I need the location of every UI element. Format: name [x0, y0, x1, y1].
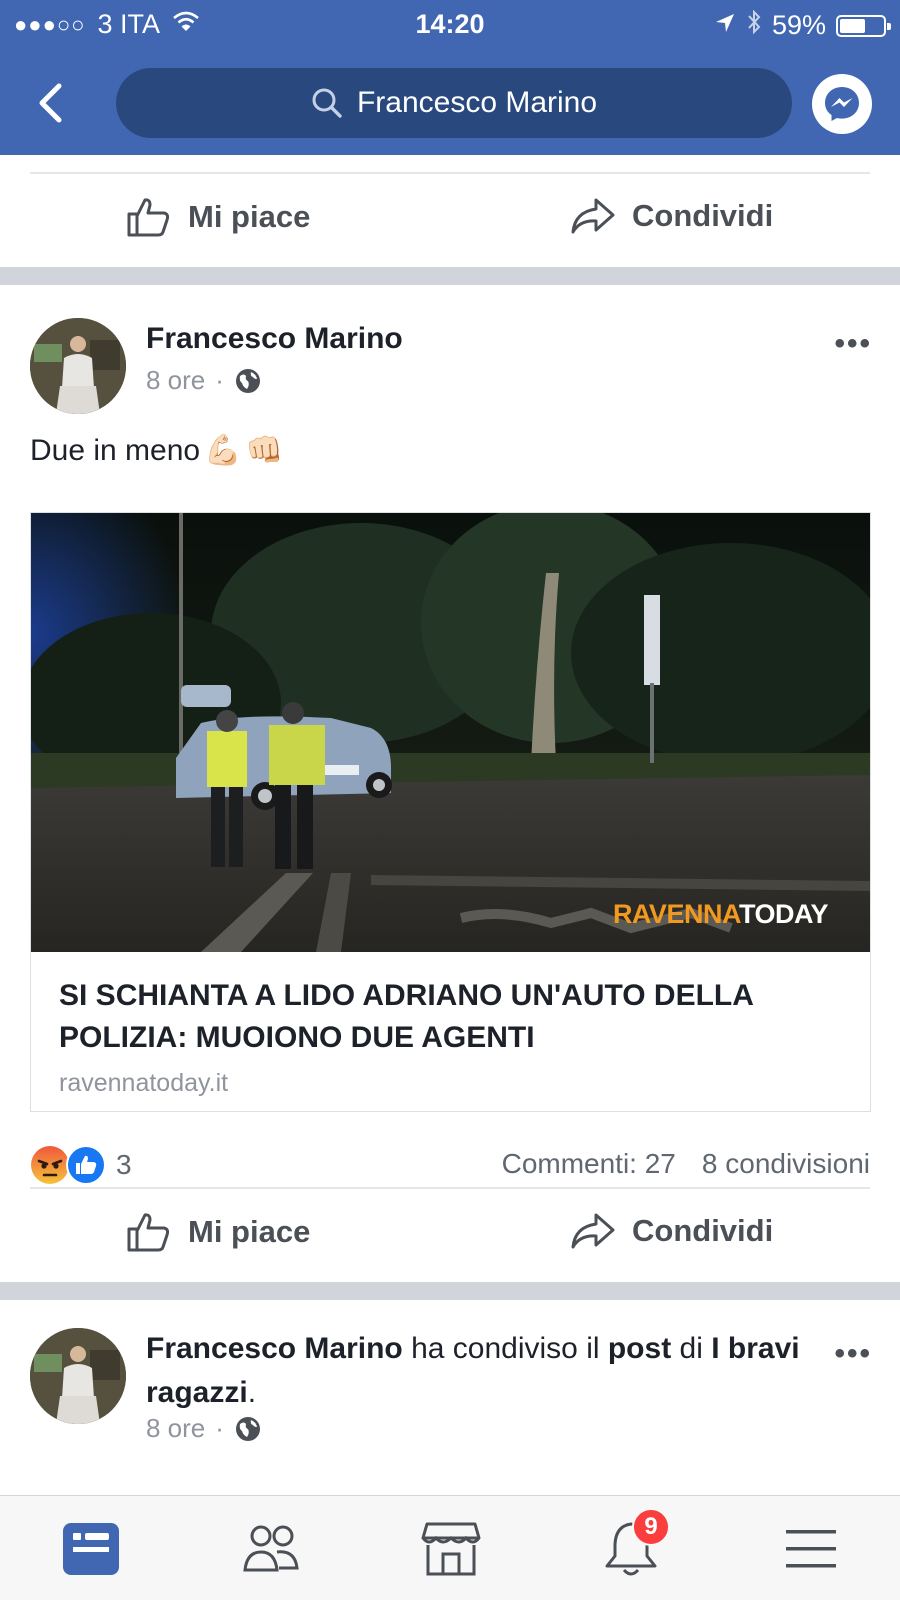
tab-marketplace[interactable]: [416, 1518, 486, 1580]
news-feed-icon: [63, 1523, 119, 1575]
fist-emoji: 👊🏻: [245, 434, 283, 467]
tab-news-feed[interactable]: [56, 1518, 126, 1580]
photo-watermark: RAVENNATODAY: [612, 899, 829, 930]
like-label: Mi piace: [188, 199, 311, 234]
post-text: Due in meno 💪🏻 👊🏻: [30, 433, 283, 468]
post-more-button[interactable]: •••: [834, 327, 872, 361]
like-label: Mi piace: [188, 1214, 311, 1249]
bottom-tab-bar: 9: [0, 1495, 900, 1600]
marketplace-icon: [421, 1522, 481, 1576]
prev-like-button[interactable]: Mi piace: [126, 196, 310, 238]
thumbs-up-icon: [127, 198, 170, 237]
share-button[interactable]: Condividi: [570, 1211, 773, 1251]
post-time[interactable]: 8 ore: [146, 365, 205, 396]
reactions-summary[interactable]: 3: [30, 1145, 132, 1185]
link-domain: ravennatoday.it: [59, 1069, 229, 1097]
divider: [30, 1187, 870, 1189]
watermark-ravenna: RAVENNA: [612, 899, 740, 929]
tab-menu[interactable]: [776, 1518, 846, 1580]
battery-percent: 59%: [771, 10, 826, 40]
post-author-name[interactable]: Francesco Marino: [146, 322, 403, 356]
shared-author-name[interactable]: Francesco Marino: [146, 1332, 403, 1365]
battery-fill: [840, 18, 865, 33]
menu-icon: [786, 1530, 836, 1568]
share-arrow-icon: [571, 1213, 615, 1249]
crash-scene-photo: [31, 513, 870, 952]
shared-of: di: [671, 1332, 712, 1365]
globe-icon: [235, 1416, 260, 1441]
messenger-icon: [825, 87, 859, 121]
friends-icon: [243, 1525, 299, 1572]
top-bar: ●●●○○ 3 ITA 14:20 59% Francesco Marino: [0, 0, 900, 155]
like-reaction-icon: [66, 1145, 106, 1185]
prev-post-action-bar: Mi piace Condividi: [0, 172, 900, 267]
chevron-left-icon: [39, 83, 62, 123]
notifications-badge: 9: [632, 1508, 670, 1546]
author-avatar[interactable]: [30, 318, 126, 414]
flexed-biceps-emoji: 💪🏻: [204, 434, 242, 467]
thumbs-up-icon: [127, 1213, 170, 1252]
search-field[interactable]: Francesco Marino: [116, 68, 792, 138]
author-avatar[interactable]: [30, 1328, 126, 1424]
post-action-bar: Mi piace Condividi: [0, 1187, 900, 1282]
link-photo[interactable]: RAVENNATODAY: [31, 513, 870, 952]
shared-post-header: Francesco Marino ha condiviso il post di…: [146, 1327, 806, 1415]
news-feed[interactable]: Mi piace Condividi Francesco Marino 8 or…: [0, 155, 900, 1495]
tab-friends[interactable]: [236, 1518, 306, 1580]
next-post-more-button[interactable]: •••: [834, 1337, 872, 1371]
search-icon: [312, 88, 342, 118]
bluetooth-icon: [746, 9, 762, 42]
feed-separator: [0, 267, 900, 285]
location-arrow-icon: [714, 10, 736, 41]
comments-count[interactable]: Commenti: 27: [502, 1148, 676, 1180]
globe-icon: [235, 368, 260, 393]
prev-share-button[interactable]: Condividi: [570, 196, 773, 236]
avatar-photo: [30, 1328, 126, 1424]
battery-icon: [836, 14, 891, 37]
share-label: Condividi: [632, 198, 774, 233]
tab-notifications[interactable]: 9: [596, 1508, 670, 1580]
messenger-button[interactable]: [812, 74, 872, 134]
like-button[interactable]: Mi piace: [126, 1211, 310, 1253]
post-time[interactable]: 8 ore: [146, 1413, 205, 1444]
watermark-today: TODAY: [738, 899, 829, 929]
post-message: Due in meno: [30, 433, 201, 467]
shared-post-link[interactable]: post: [608, 1332, 671, 1365]
feed-separator: [0, 1282, 900, 1300]
shares-count[interactable]: 8 condivisioni: [702, 1148, 870, 1180]
meta-separator: ·: [215, 1413, 224, 1443]
status-bar: ●●●○○ 3 ITA 14:20 59%: [0, 0, 900, 52]
status-right: 59%: [714, 9, 891, 42]
avatar-photo: [30, 318, 126, 414]
share-arrow-icon: [571, 198, 615, 234]
link-preview-card[interactable]: RAVENNATODAY SI SCHIANTA A LIDO ADRIANO …: [30, 512, 871, 1112]
post-stats: Commenti: 27 8 condivisioni: [502, 1148, 870, 1180]
shared-end: .: [247, 1376, 257, 1409]
post-meta: 8 ore ·: [146, 365, 262, 396]
divider: [30, 172, 870, 174]
shared-verb: ha condiviso il: [402, 1332, 608, 1365]
reaction-count: 3: [116, 1149, 132, 1180]
next-post-meta: 8 ore ·: [146, 1413, 262, 1444]
link-headline[interactable]: SI SCHIANTA A LIDO ADRIANO UN'AUTO DELLA…: [59, 975, 849, 1059]
search-text: Francesco Marino: [356, 86, 598, 119]
meta-separator: ·: [215, 365, 224, 395]
back-button[interactable]: [30, 80, 70, 126]
share-label: Condividi: [632, 1213, 774, 1248]
